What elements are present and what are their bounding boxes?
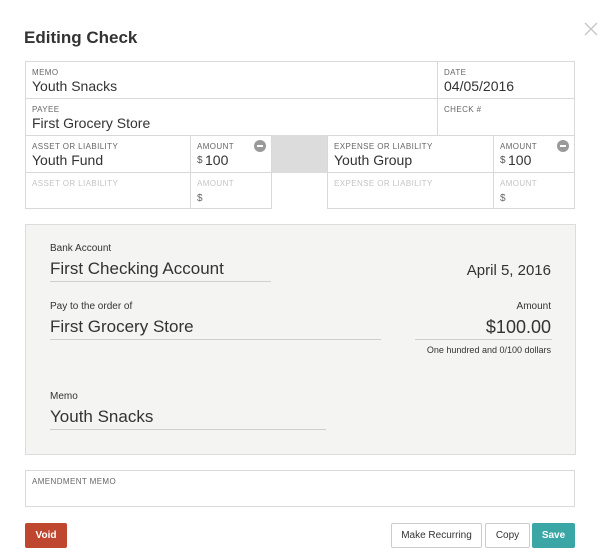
asset-amount-value: 100 — [205, 152, 229, 168]
check-number-field[interactable]: CHECK # — [437, 98, 575, 136]
remove-icon[interactable] — [254, 140, 266, 152]
expense-liability-label: EXPENSE OR LIABILITY — [334, 179, 433, 188]
amendment-memo-field[interactable]: AMENDMENT MEMO — [25, 470, 575, 507]
expense-amount-field[interactable]: AMOUNT $ 100 — [493, 135, 575, 173]
payee-value: First Grocery Store — [32, 115, 151, 131]
asset-liability-label: ASSET OR LIABILITY — [32, 179, 119, 188]
expense-liability-value: Youth Group — [334, 152, 413, 168]
bank-account-label: Bank Account — [50, 243, 112, 254]
asset-currency-symbol: $ — [197, 193, 203, 204]
asset-currency-symbol: $ — [197, 155, 203, 166]
payee-field[interactable]: PAYEE First Grocery Store — [25, 98, 438, 136]
asset-amount-field[interactable]: AMOUNT $ — [190, 172, 272, 209]
amendment-memo-label: AMENDMENT MEMO — [32, 477, 117, 486]
expense-liability-field[interactable]: EXPENSE OR LIABILITY — [327, 172, 494, 209]
asset-liability-label: ASSET OR LIABILITY — [32, 142, 119, 151]
bank-account-value: First Checking Account — [50, 259, 224, 278]
expense-liability-label: EXPENSE OR LIABILITY — [334, 142, 433, 151]
memo-value: Youth Snacks — [32, 78, 118, 94]
memo-label: MEMO — [32, 68, 59, 77]
remove-icon[interactable] — [557, 140, 569, 152]
asset-amount-field[interactable]: AMOUNT $ 100 — [190, 135, 272, 173]
expense-currency-symbol: $ — [500, 155, 506, 166]
check-number-label: CHECK # — [444, 105, 482, 114]
amount-label: Amount — [516, 301, 551, 312]
date-label: DATE — [444, 68, 467, 77]
payee-label: PAYEE — [32, 105, 60, 114]
memo-field[interactable]: MEMO Youth Snacks — [25, 61, 438, 99]
amount-value: $100.00 — [485, 317, 551, 337]
asset-amount-label: AMOUNT — [197, 142, 235, 151]
date-field[interactable]: DATE 04/05/2016 — [437, 61, 575, 99]
check-date: April 5, 2016 — [466, 262, 551, 279]
copy-button[interactable]: Copy — [485, 523, 530, 548]
asset-liability-field[interactable]: ASSET OR LIABILITY — [25, 172, 191, 209]
pay-to-value: First Grocery Store — [50, 317, 194, 336]
save-button[interactable]: Save — [532, 523, 575, 548]
split-gap — [272, 135, 328, 173]
asset-amount-label: AMOUNT — [197, 179, 235, 188]
make-recurring-button[interactable]: Make Recurring — [391, 523, 482, 548]
check-memo-value: Youth Snacks — [50, 407, 154, 426]
amount-in-words: One hundred and 0/100 dollars — [426, 345, 551, 355]
amount-underline — [415, 339, 552, 340]
expense-currency-symbol: $ — [500, 193, 506, 204]
bank-account-underline — [50, 281, 271, 282]
check-memo-underline — [50, 429, 326, 430]
asset-liability-field[interactable]: ASSET OR LIABILITY Youth Fund — [25, 135, 191, 173]
close-icon[interactable] — [582, 20, 600, 38]
check-memo-label: Memo — [50, 391, 78, 402]
check-preview: Bank Account First Checking Account Apri… — [25, 224, 576, 455]
pay-to-label: Pay to the order of — [50, 301, 133, 312]
void-button[interactable]: Void — [25, 523, 67, 548]
expense-liability-field[interactable]: EXPENSE OR LIABILITY Youth Group — [327, 135, 494, 173]
expense-amount-label: AMOUNT — [500, 142, 538, 151]
date-value: 04/05/2016 — [444, 78, 515, 94]
expense-amount-value: 100 — [508, 152, 532, 168]
expense-amount-field[interactable]: AMOUNT $ — [493, 172, 575, 209]
pay-to-underline — [50, 339, 381, 340]
asset-liability-value: Youth Fund — [32, 152, 104, 168]
expense-amount-label: AMOUNT — [500, 179, 538, 188]
dialog-title: Editing Check — [24, 28, 138, 47]
